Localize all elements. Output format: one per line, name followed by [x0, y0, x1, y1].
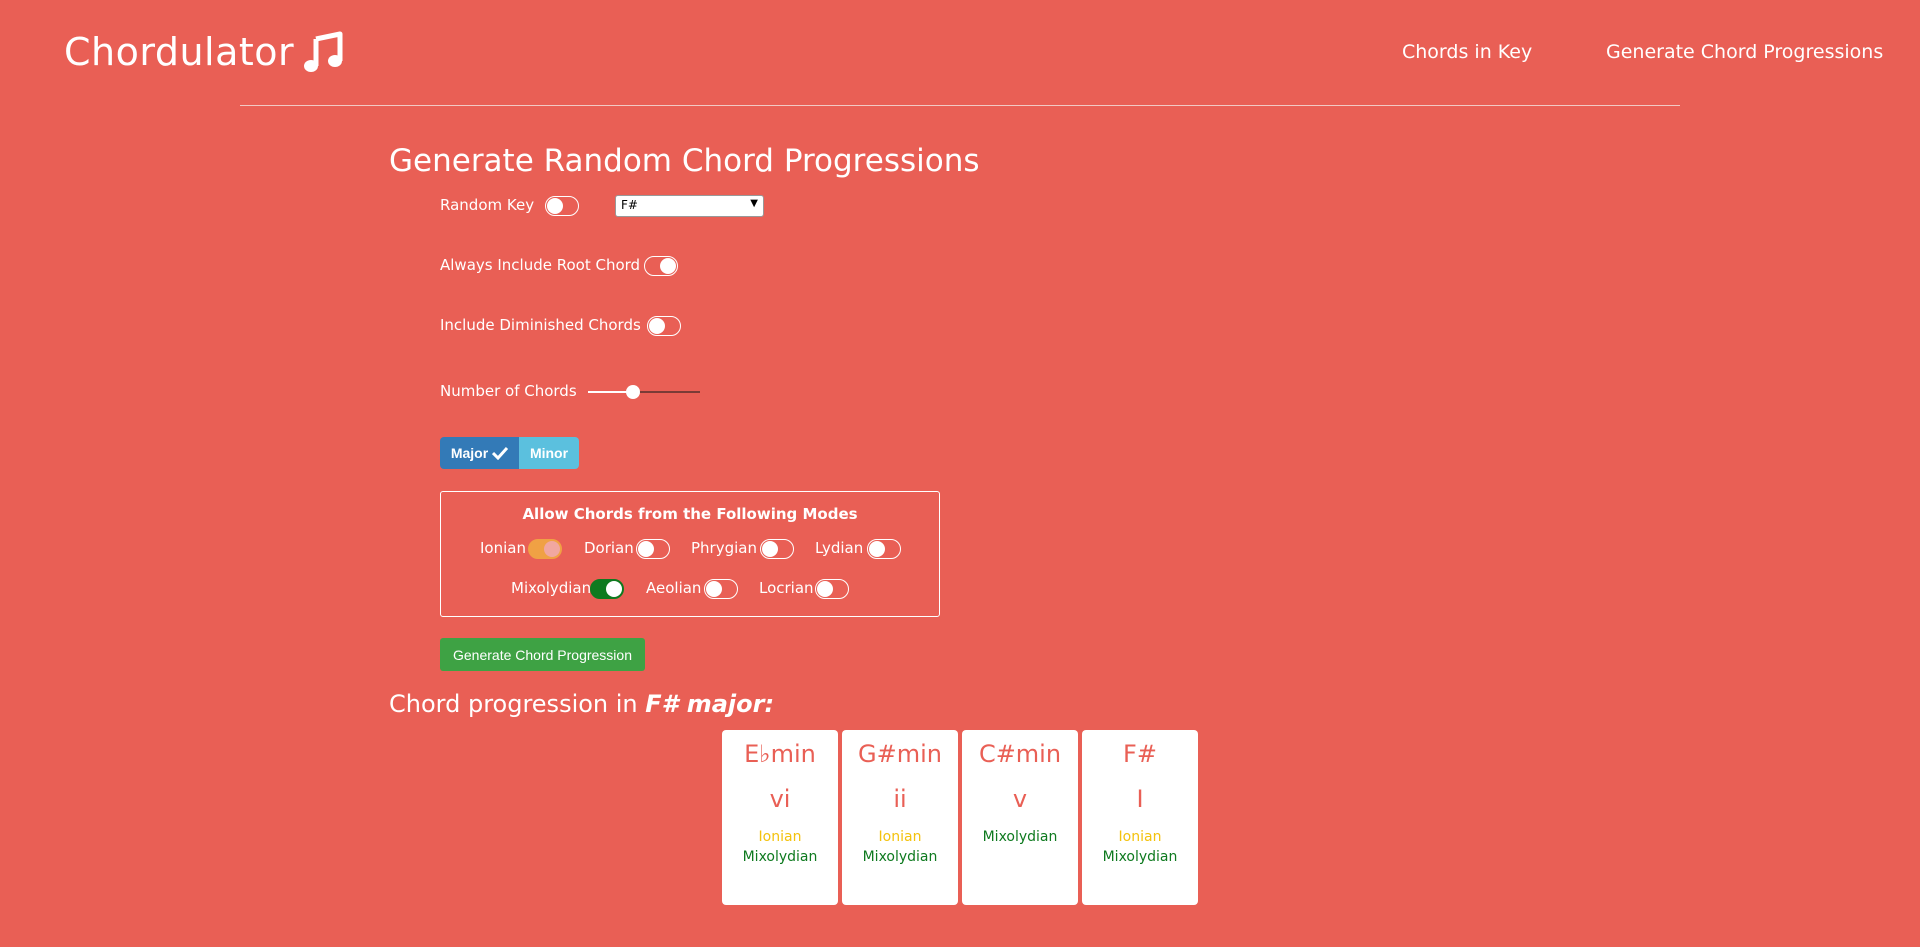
chord-numeral: I — [1136, 785, 1144, 813]
chord-name: G#min — [858, 740, 942, 768]
mode-label-phrygian: Phrygian — [691, 539, 757, 557]
mode-toggle-phrygian[interactable] — [760, 539, 794, 559]
chevron-down-icon: ▼ — [750, 198, 758, 209]
chord-card[interactable]: G#min ii Ionian Mixolydian — [842, 730, 958, 905]
chord-card[interactable]: F# I Ionian Mixolydian — [1082, 730, 1198, 905]
chord-mode: Ionian — [758, 829, 802, 845]
chord-card[interactable]: E♭min vi Ionian Mixolydian — [722, 730, 838, 905]
result-heading: Chord progression in F# major: — [389, 690, 774, 718]
mode-toggle-ionian[interactable] — [528, 539, 562, 559]
mode-label-dorian: Dorian — [584, 539, 634, 557]
chord-name: E♭min — [744, 740, 816, 768]
nav-chords-in-key[interactable]: Chords in Key — [1402, 41, 1532, 63]
minor-button[interactable]: Minor — [519, 437, 579, 469]
chord-modes: Ionian Mixolydian — [722, 827, 838, 867]
num-chords-slider-handle[interactable] — [625, 385, 640, 399]
root-chord-toggle[interactable] — [644, 256, 678, 276]
checkmark-icon — [492, 446, 509, 460]
random-key-toggle[interactable] — [545, 196, 579, 216]
music-note-icon — [304, 31, 343, 72]
chord-mode: Ionian — [1118, 829, 1162, 845]
mode-label-mixolydian: Mixolydian — [511, 579, 592, 597]
mode-toggle-locrian[interactable] — [815, 579, 849, 599]
root-chord-label: Always Include Root Chord — [440, 256, 641, 274]
chord-mode: Ionian — [878, 829, 922, 845]
key-select[interactable]: F# ▼ — [615, 195, 764, 217]
key-select-value: F# — [621, 198, 638, 212]
chord-name: F# — [1123, 740, 1157, 768]
chord-modes: Ionian Mixolydian — [1082, 827, 1198, 867]
chord-numeral: vi — [769, 785, 791, 813]
chord-mode: Mixolydian — [742, 849, 818, 865]
random-key-label: Random Key — [440, 196, 535, 214]
mode-toggle-dorian[interactable] — [636, 539, 670, 559]
modes-title: Allow Chords from the Following Modes — [522, 505, 858, 523]
generate-progression-button[interactable]: Generate Chord Progression — [440, 638, 645, 671]
chord-card[interactable]: C#min v Mixolydian — [962, 730, 1078, 905]
mode-toggle-mixolydian[interactable] — [590, 579, 624, 599]
mode-label-lydian: Lydian — [815, 539, 864, 557]
minor-button-label: Minor — [529, 445, 569, 461]
mode-label-locrian: Locrian — [759, 579, 814, 597]
nav-generate-progressions[interactable]: Generate Chord Progressions — [1606, 41, 1883, 63]
major-button[interactable]: Major — [440, 437, 519, 469]
mode-toggle-lydian[interactable] — [867, 539, 901, 559]
chord-mode: Mixolydian — [862, 849, 938, 865]
mode-toggle-aeolian[interactable] — [704, 579, 738, 599]
header-divider — [240, 105, 1680, 106]
chord-mode: Mixolydian — [982, 829, 1058, 845]
num-chords-label: Number of Chords — [440, 382, 577, 400]
result-prefix: Chord progression in — [389, 690, 638, 718]
major-button-label: Major — [450, 445, 489, 461]
chord-modes: Ionian Mixolydian — [842, 827, 958, 867]
mode-label-aeolian: Aeolian — [646, 579, 702, 597]
page-title: Generate Random Chord Progressions — [389, 143, 980, 179]
chord-numeral: v — [1012, 785, 1028, 813]
modes-panel: Allow Chords from the Following Modes Io… — [440, 491, 940, 617]
result-key: F# major: — [645, 690, 775, 718]
mode-label-ionian: Ionian — [480, 539, 526, 557]
chord-numeral: ii — [893, 785, 907, 813]
diminished-label: Include Diminished Chords — [440, 316, 641, 334]
chord-name: C#min — [978, 740, 1062, 768]
chord-modes: Mixolydian — [962, 827, 1078, 847]
brand-name[interactable]: Chordulator — [64, 30, 294, 74]
diminished-toggle[interactable] — [647, 316, 681, 336]
chord-mode: Mixolydian — [1102, 849, 1178, 865]
brand[interactable]: Chordulator — [64, 30, 344, 74]
